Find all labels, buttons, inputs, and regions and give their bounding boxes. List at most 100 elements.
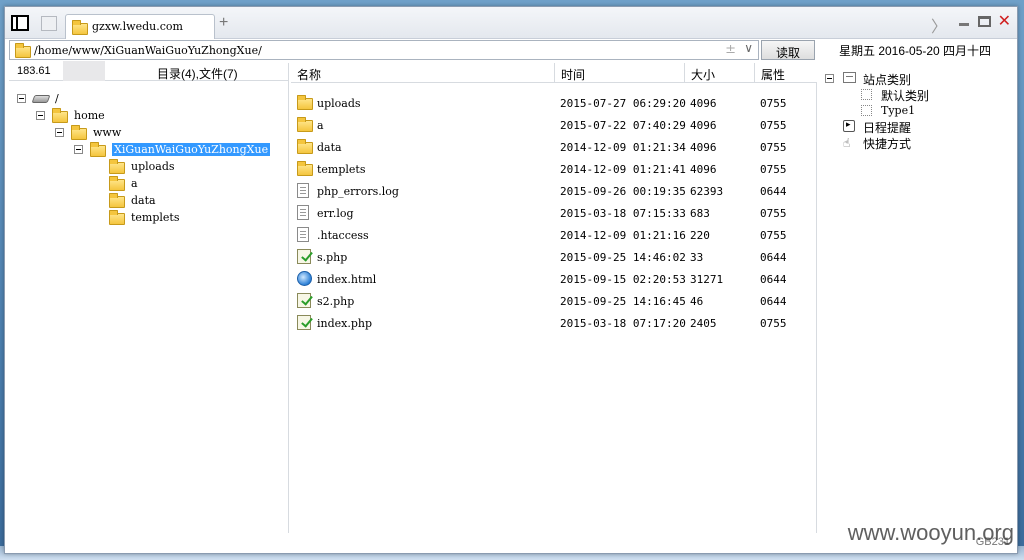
collapse-toggle[interactable] bbox=[55, 128, 64, 137]
file-time: 2015-09-15 02:20:53 bbox=[560, 273, 686, 286]
column-permission[interactable]: 属性 bbox=[761, 66, 785, 83]
file-name: index.html bbox=[317, 273, 377, 286]
tree-node-label: home bbox=[74, 109, 105, 122]
schedule-icon bbox=[843, 119, 855, 132]
file-time: 2015-07-27 06:29:20 bbox=[560, 97, 686, 110]
tree-node-label: / bbox=[55, 92, 59, 105]
file-permission: 0755 bbox=[760, 163, 787, 176]
folder-icon bbox=[297, 95, 313, 110]
minimize-icon[interactable] bbox=[959, 23, 969, 26]
folder-icon bbox=[71, 125, 87, 140]
tree-node[interactable]: data bbox=[9, 193, 289, 209]
chevron-down-icon[interactable]: ∨ bbox=[744, 41, 753, 55]
script-file-icon bbox=[297, 293, 311, 308]
collapse-toggle[interactable] bbox=[17, 94, 26, 103]
tree-node[interactable]: www bbox=[9, 125, 289, 141]
file-permission: 0755 bbox=[760, 141, 787, 154]
tree-node[interactable]: XiGuanWaiGuoYuZhongXue bbox=[9, 142, 289, 158]
table-row[interactable]: data 2014-12-09 01:21:34 4096 0755 bbox=[291, 136, 817, 158]
tab-title: gzxw.lwedu.com bbox=[92, 20, 183, 33]
tree-node[interactable]: home bbox=[9, 108, 289, 124]
file-permission: 0644 bbox=[760, 273, 787, 286]
add-tab-button[interactable]: + bbox=[219, 15, 228, 31]
table-row[interactable]: uploads 2015-07-27 06:29:20 4096 0755 bbox=[291, 92, 817, 114]
tree-header: 183.61 目录(4),文件(7) bbox=[9, 61, 289, 81]
column-name[interactable]: 名称 bbox=[297, 66, 321, 83]
file-time: 2015-09-26 00:19:35 bbox=[560, 185, 686, 198]
shortcuts-label: 快捷方式 bbox=[863, 137, 912, 151]
drive-icon bbox=[31, 95, 51, 103]
table-row[interactable]: a 2015-07-22 07:40:29 4096 0755 bbox=[291, 114, 817, 136]
document-icon bbox=[297, 227, 309, 242]
table-row[interactable]: php_errors.log 2015-09-26 00:19:35 62393 06… bbox=[291, 180, 817, 202]
collapse-toggle[interactable] bbox=[74, 145, 83, 154]
folder-icon bbox=[52, 108, 68, 123]
close-icon[interactable]: ✕ bbox=[998, 11, 1011, 31]
column-time[interactable]: 时间 bbox=[561, 66, 585, 83]
table-row[interactable]: index.html 2015-09-15 02:20:53 31271 0644 bbox=[291, 268, 817, 290]
file-size: 4096 bbox=[690, 97, 717, 110]
column-divider[interactable] bbox=[684, 63, 685, 83]
chevron-right-icon[interactable]: 〉 bbox=[931, 13, 947, 37]
column-divider[interactable] bbox=[754, 63, 755, 83]
file-time: 2014-12-09 01:21:41 bbox=[560, 163, 686, 176]
table-row[interactable]: templets 2014-12-09 01:21:41 4096 0755 bbox=[291, 158, 817, 180]
script-file-icon bbox=[297, 249, 311, 267]
table-row[interactable]: s.php 2015-09-25 14:46:02 33 0644 bbox=[291, 246, 817, 268]
tree-node[interactable]: templets bbox=[9, 210, 289, 226]
collapse-toggle[interactable] bbox=[825, 74, 834, 83]
file-name: s2.php bbox=[317, 295, 355, 308]
path-input[interactable]: /home/www/XiGuanWaiGuoYuZhongXue/ ± ∨ bbox=[9, 40, 759, 60]
file-name: data bbox=[317, 141, 342, 154]
tree-node[interactable]: / bbox=[9, 91, 289, 107]
tab-site[interactable]: gzxw.lwedu.com bbox=[65, 14, 215, 39]
file-permission: 0644 bbox=[760, 185, 787, 198]
file-name: index.php bbox=[317, 317, 373, 330]
table-row[interactable]: err.log 2015-03-18 07:15:33 683 0755 bbox=[291, 202, 817, 224]
document-icon bbox=[297, 205, 309, 220]
file-time: 2014-12-09 01:21:16 bbox=[560, 229, 686, 242]
table-row[interactable]: .htaccess 2014-12-09 01:21:16 220 0755 bbox=[291, 224, 817, 246]
folder-icon bbox=[109, 159, 125, 174]
ip-address: 183.61 bbox=[17, 65, 51, 77]
file-size: 4096 bbox=[690, 163, 717, 176]
file-permission: 0644 bbox=[760, 251, 787, 264]
folder-icon bbox=[297, 161, 313, 179]
sidebar-toggle-icon[interactable] bbox=[11, 15, 29, 31]
list-header: 名称 时间 大小 属性 bbox=[291, 63, 817, 83]
file-size: 4096 bbox=[690, 119, 717, 132]
blank-page-icon[interactable] bbox=[41, 16, 57, 31]
tree-node[interactable]: uploads bbox=[9, 159, 289, 175]
tree-node[interactable]: a bbox=[9, 176, 289, 192]
file-name: php_errors.log bbox=[317, 185, 399, 198]
node-dotted-icon bbox=[861, 105, 872, 116]
hand-icon: ☝ bbox=[843, 136, 851, 150]
collapse-toggle[interactable] bbox=[36, 111, 45, 120]
file-permission: 0755 bbox=[760, 207, 787, 220]
document-icon bbox=[297, 205, 309, 223]
path-text: /home/www/XiGuanWaiGuoYuZhongXue/ bbox=[34, 44, 262, 57]
file-time: 2015-03-18 07:17:20 bbox=[560, 317, 686, 330]
table-row[interactable]: s2.php 2015-09-25 14:16:45 46 0644 bbox=[291, 290, 817, 312]
file-size: 683 bbox=[690, 207, 710, 220]
file-time: 2015-09-25 14:16:45 bbox=[560, 295, 686, 308]
folder-icon bbox=[109, 176, 125, 191]
file-size: 62393 bbox=[690, 185, 724, 198]
file-permission: 0755 bbox=[760, 97, 787, 110]
browser-file-icon bbox=[297, 271, 312, 286]
watermark: www.wooyun.org bbox=[847, 520, 1014, 545]
folder-icon bbox=[297, 117, 313, 135]
file-permission: 0755 bbox=[760, 317, 787, 330]
file-time: 2015-03-18 07:15:33 bbox=[560, 207, 686, 220]
document-icon bbox=[297, 227, 309, 245]
type1-label: Type1 bbox=[881, 104, 916, 117]
column-size[interactable]: 大小 bbox=[691, 66, 715, 83]
read-button[interactable]: 读取 bbox=[761, 40, 815, 60]
folder-icon bbox=[15, 43, 31, 58]
tree-node-label: data bbox=[131, 194, 156, 207]
plus-minus-icon[interactable]: ± bbox=[725, 42, 736, 57]
table-row[interactable]: index.php 2015-03-18 07:17:20 2405 0755 bbox=[291, 312, 817, 334]
column-divider[interactable] bbox=[554, 63, 555, 83]
file-size: 4096 bbox=[690, 141, 717, 154]
maximize-icon[interactable] bbox=[978, 16, 991, 27]
